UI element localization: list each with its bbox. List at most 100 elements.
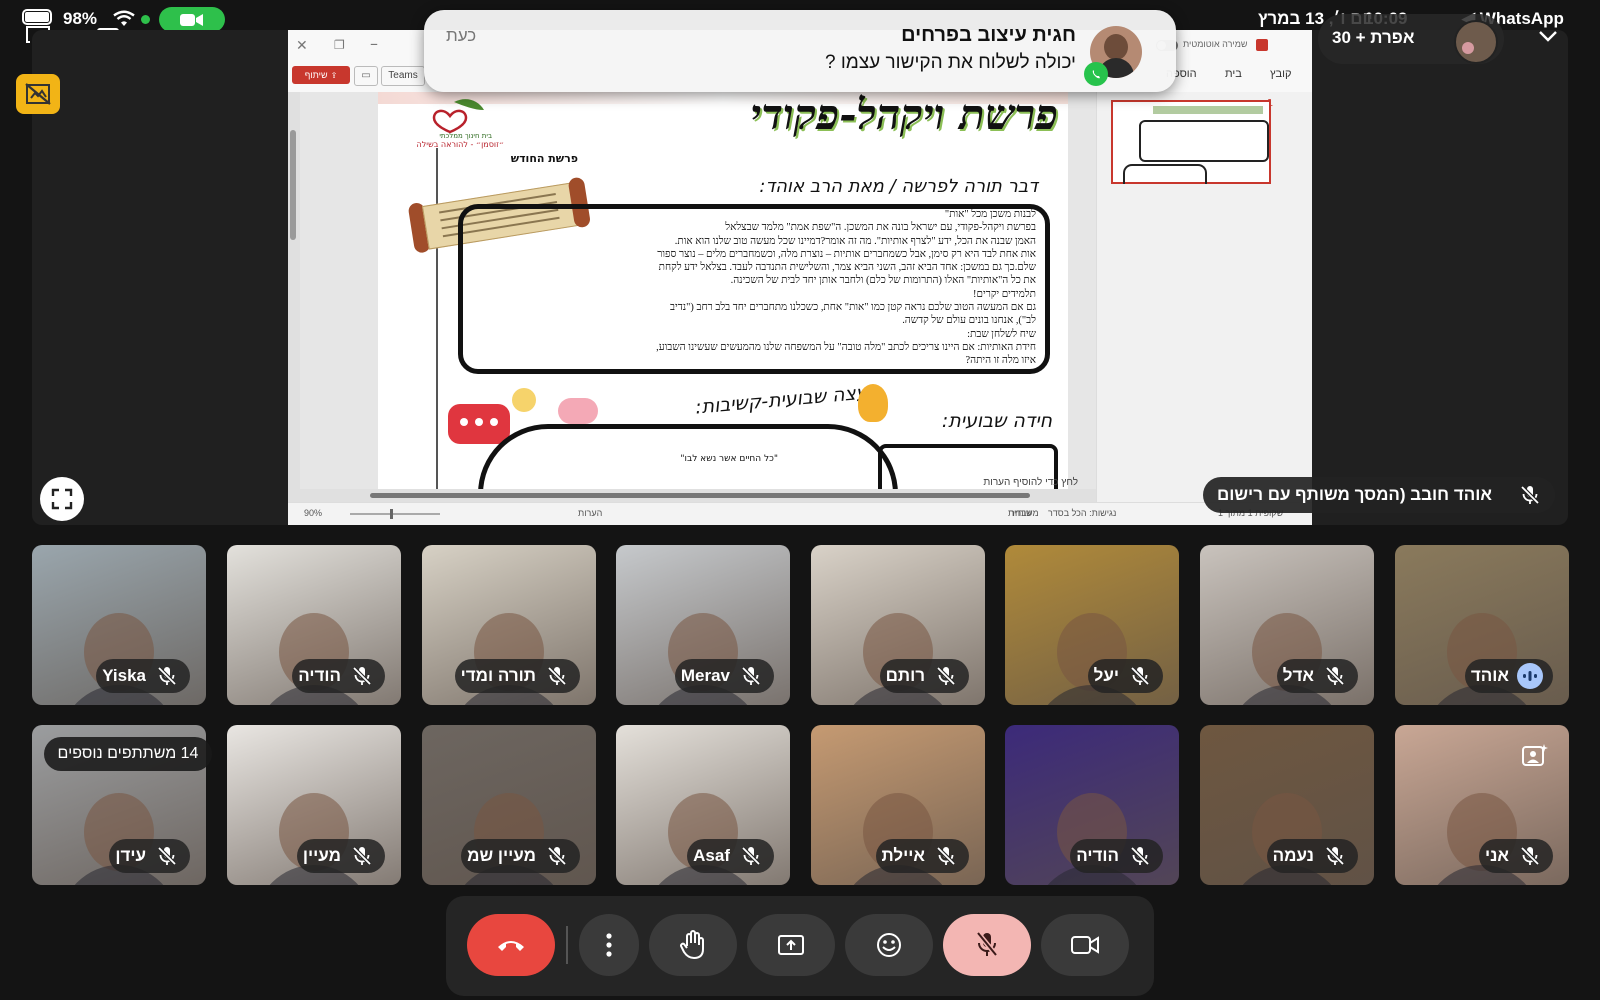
status-accessibility[interactable]: נגישות: הכל בסדר [1048, 508, 1116, 518]
notification-message: יכולה לשלוח את הקישור עצמו ? [824, 52, 1076, 73]
close-window-icon[interactable]: ✕ [296, 38, 308, 54]
mic-off-icon [349, 843, 375, 869]
mic-off-icon [349, 663, 375, 689]
raise-hand-button[interactable] [649, 914, 737, 976]
notes-placeholder[interactable]: לחץ כדי להוסיף הערות [948, 477, 1078, 488]
participant-name: נעמה [1272, 846, 1314, 865]
avatar-small [1462, 42, 1474, 54]
torah-text: לבנות משכן מכל "אות" בפרשת ויקהל-פקודי, … [474, 208, 1036, 368]
vertical-scrollbar[interactable] [288, 92, 300, 502]
end-call-button[interactable] [467, 914, 555, 976]
no-captions-icon[interactable] [16, 74, 60, 114]
participant-tile[interactable]: אוהד [1395, 545, 1569, 705]
participant-tile[interactable]: רותם [811, 545, 985, 705]
participant-name: יעל [1093, 666, 1119, 685]
torah-line: שלם.כך גם במשכן: אחד הביא זהב, השני הביא… [658, 262, 1036, 274]
tip-quote: "כל החיים אשר נשא לבו" [680, 454, 778, 464]
participant-tile[interactable]: Merav [616, 545, 790, 705]
mic-off-icon [738, 663, 764, 689]
participant-name: אוהד [1470, 666, 1509, 685]
mic-off-icon [976, 931, 998, 957]
torah-line: את כל ה"אותיות" האלו (התרומות של כלם) ול… [730, 275, 1036, 287]
horizontal-scrollbar[interactable] [300, 489, 1096, 502]
slide-thumbnail[interactable] [1111, 100, 1271, 184]
participant-name-label: Asaf [687, 839, 774, 873]
restore-window-icon[interactable]: ❐ [334, 38, 345, 52]
share-button[interactable]: שיתוף ⇪ [292, 66, 350, 84]
more-participants-label: 14 משתתפים נוספים [57, 745, 199, 762]
participant-name-label: Merav [674, 659, 774, 693]
active-dot-icon [141, 15, 150, 24]
participant-tile[interactable]: נעמה [1200, 725, 1374, 885]
tip-heading: עצה שבועית-קשיבות: [694, 381, 869, 419]
riddle-heading: חידה שבועית: [941, 410, 1052, 432]
reactions-button[interactable] [845, 914, 933, 976]
notification-banner[interactable]: כעת חגית עיצוב בפרחים יכולה לשלוח את הקי… [424, 10, 1176, 92]
battery-percent: 98% [63, 9, 98, 28]
torah-line: בפרשת ויקהל-פקודי, עם ישראל בונה את המשכ… [725, 222, 1036, 234]
fullscreen-button[interactable] [40, 477, 84, 521]
participant-name: תורה ומדי [460, 666, 536, 685]
teams-button[interactable]: Teams [381, 66, 425, 86]
zoom-slider[interactable] [350, 509, 440, 519]
mic-off-icon [1127, 663, 1153, 689]
participant-name: מעיין [302, 846, 341, 865]
brain-illustration [558, 398, 598, 424]
participant-tile[interactable]: Asaf [616, 725, 790, 885]
participant-name-label: הודיה [292, 659, 385, 693]
microphone-toggle-button[interactable] [943, 914, 1031, 976]
participant-tile[interactable]: מעיין שמ [422, 725, 596, 885]
more-options-button[interactable] [579, 914, 639, 976]
logo-tagline: ״זוסמן״ - להוראה בשילה [416, 140, 504, 149]
more-vertical-icon [606, 933, 612, 957]
torah-line: תלמידים יקרים! [973, 288, 1036, 300]
participant-name: איילת [881, 846, 925, 865]
participant-name-label: אני [1478, 839, 1553, 873]
participant-tile[interactable]: תורה ומדי [422, 545, 596, 705]
participant-tile[interactable]: איילת [811, 725, 985, 885]
torah-line: לבנות משכן מכל "אות" [944, 209, 1036, 220]
participants-header[interactable]: אפרת + 30 [1318, 14, 1504, 64]
minimize-window-icon[interactable]: – [370, 34, 378, 53]
participant-name-label: מעיין [296, 839, 385, 873]
camera-toggle-button[interactable] [1041, 914, 1129, 976]
participant-tile[interactable]: מעיין [227, 725, 401, 885]
tab-home[interactable]: בית [1225, 68, 1242, 80]
call-controls [446, 896, 1154, 996]
lightbulb-illustration [512, 388, 536, 412]
present-screen-button[interactable] [747, 914, 835, 976]
word-window: ✕ ❐ – שיתוף ⇪ ▭ Teams שמירה אוטומטית הוס… [288, 30, 1312, 525]
participant-name: אדל [1282, 666, 1314, 685]
call-active-pill[interactable] [159, 7, 225, 32]
comments-icon[interactable]: ▭ [354, 66, 378, 86]
mic-off-icon [1127, 843, 1153, 869]
participant-tile[interactable]: יעל [1005, 545, 1179, 705]
effects-icon[interactable] [1520, 742, 1550, 770]
divider [566, 926, 568, 964]
zoom-level[interactable]: 90% [304, 508, 322, 518]
more-participants-badge[interactable]: 14 משתתפים נוספים [44, 737, 212, 771]
mic-off-icon [738, 843, 764, 869]
mic-off-icon [1517, 843, 1543, 869]
document-title: פרשת ויקהל-פקודי [750, 92, 1058, 139]
participant-name: Asaf [693, 846, 730, 865]
chevron-down-icon[interactable] [1536, 24, 1560, 48]
participant-tile[interactable]: Yiska [32, 545, 206, 705]
notes-button[interactable]: הערות [578, 508, 602, 518]
participant-tile[interactable]: הודיה [1005, 725, 1179, 885]
torah-line: חידת האותיות: אם היינו צריכים לכתב "מלה … [656, 341, 1036, 353]
participant-tile[interactable]: אדל [1200, 545, 1374, 705]
document-area: בית חינוך ממלכתי ״זוסמן״ - להוראה בשילה … [288, 92, 1096, 502]
mic-off-icon [933, 843, 959, 869]
notification-sender: חגית עיצוב בפרחים [901, 24, 1076, 46]
slide-thumbnails-pane: 1 [1096, 92, 1312, 502]
participant-name: אני [1484, 846, 1509, 865]
participant-name-label: עידן [109, 839, 190, 873]
logo-caption: בית חינוך ממלכתי [439, 132, 492, 140]
participant-name: הודיה [298, 666, 341, 685]
torah-line: אות אחת לבד היא רק סימן, אבל כשמחברים או… [657, 248, 1036, 260]
participant-tile[interactable]: הודיה [227, 545, 401, 705]
participant-name-label: הודיה [1070, 839, 1163, 873]
tab-file[interactable]: קובץ [1270, 68, 1291, 80]
participant-name-label: רותם [879, 659, 969, 693]
